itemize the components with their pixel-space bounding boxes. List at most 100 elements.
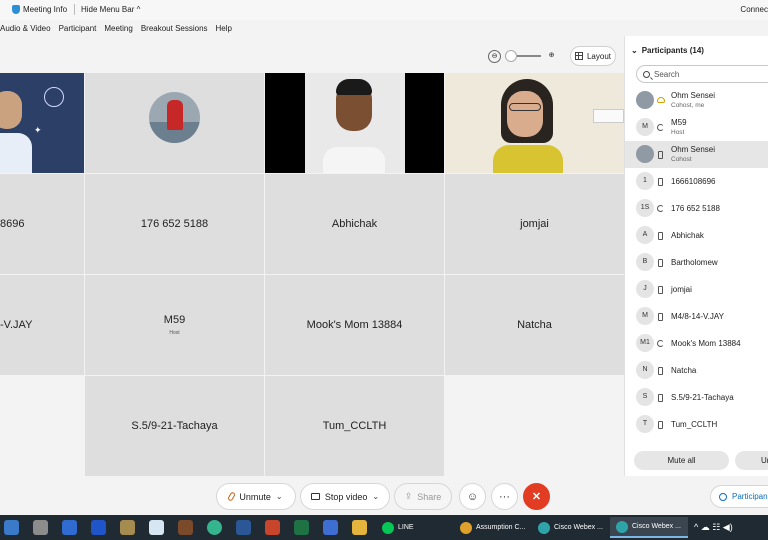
app-icon[interactable]: [91, 520, 106, 535]
taskbar-app-webex[interactable]: Cisco Webex ...: [532, 517, 608, 538]
participant-tile[interactable]: 176 652 5188: [85, 174, 264, 274]
chevron-down-icon[interactable]: ⌄: [372, 492, 379, 501]
menu-help[interactable]: Help: [216, 20, 232, 36]
video-feed-jomjai[interactable]: [445, 73, 624, 173]
person-icon: [719, 492, 727, 501]
list-item[interactable]: N Natcha: [625, 357, 768, 384]
participant-name: 1666108696: [671, 177, 716, 186]
zoom-control[interactable]: ⊖ ⊕: [488, 48, 562, 64]
participant-list: Ohm Sensei Cohost, me M M59 Host Ohm Sen…: [625, 87, 768, 438]
unmute-all-button[interactable]: Ur: [735, 451, 768, 470]
menu-audio-video[interactable]: Audio & Video: [0, 20, 51, 36]
avatar: A: [636, 226, 654, 244]
chevron-down-icon[interactable]: ⌄: [631, 46, 638, 55]
participants-button[interactable]: Participan: [710, 485, 768, 508]
menu-meeting[interactable]: Meeting: [104, 20, 132, 36]
avatar: 1S: [636, 199, 654, 217]
powerpoint-icon[interactable]: [265, 520, 280, 535]
list-item[interactable]: J jomjai: [625, 276, 768, 303]
search-input[interactable]: Search: [636, 65, 768, 83]
participant-tile[interactable]: M59 Host: [85, 275, 264, 375]
tile-name: Tum_CCLTH: [322, 420, 387, 432]
list-item[interactable]: 1 1666108696: [625, 168, 768, 195]
list-item[interactable]: A Abhichak: [625, 222, 768, 249]
shield-icon: [12, 5, 20, 14]
video-feed-avatar[interactable]: [85, 73, 264, 173]
tile-role: Host: [169, 330, 180, 336]
reactions-icon[interactable]: ☺: [459, 483, 486, 510]
sync-icon: [657, 124, 664, 131]
participant-tile[interactable]: jomjai: [445, 174, 624, 274]
participant-tile[interactable]: Abhichak: [265, 174, 444, 274]
share-button[interactable]: ⇪ Share: [394, 483, 452, 510]
zoom-slider-handle[interactable]: [505, 50, 517, 62]
participant-tile[interactable]: S.5/9-21-Tachaya: [85, 376, 264, 476]
line-icon: [382, 521, 394, 534]
more-options-icon[interactable]: ···: [491, 483, 518, 510]
avatar: S: [636, 388, 654, 406]
participants-title: Participants (14): [641, 46, 704, 55]
participants-panel: ⌄ Participants (14) Search Ohm Sensei Co…: [624, 36, 768, 476]
excel-icon[interactable]: [294, 520, 309, 535]
video-feed-abhichak[interactable]: [265, 73, 444, 173]
list-item[interactable]: 1S 176 652 5188: [625, 195, 768, 222]
menu-breakout-sessions[interactable]: Breakout Sessions: [141, 20, 208, 36]
participant-tile[interactable]: 8696: [0, 174, 84, 274]
participant-tile[interactable]: Tum_CCLTH: [265, 376, 444, 476]
list-item[interactable]: S S.5/9-21-Tachaya: [625, 384, 768, 411]
video-feed-self[interactable]: ✦: [0, 73, 84, 173]
taskbar-app-line[interactable]: LINE: [376, 517, 452, 538]
app-icon[interactable]: [120, 520, 135, 535]
participant-name: Bartholomew: [671, 258, 718, 267]
taskbar-app-webex[interactable]: Cisco Webex ...: [610, 517, 688, 538]
app-icon[interactable]: [207, 520, 222, 535]
hide-menu-bar-button[interactable]: Hide Menu Bar ^: [81, 5, 140, 14]
phone-icon: [658, 178, 663, 186]
meeting-info-label: Meeting Info: [23, 5, 68, 14]
tile-name: 8696: [0, 218, 25, 230]
list-item[interactable]: M1 Mook's Mom 13884: [625, 330, 768, 357]
tile-name: jomjai: [520, 218, 549, 230]
layout-button[interactable]: Layout: [570, 46, 616, 66]
end-call-button[interactable]: ✕: [523, 483, 550, 510]
participant-name: S.5/9-21-Tachaya: [671, 393, 734, 402]
participant-tile[interactable]: Natcha: [445, 275, 624, 375]
word-icon[interactable]: [236, 520, 251, 535]
folder-icon[interactable]: [352, 520, 367, 535]
list-item[interactable]: Ohm Sensei Cohost: [625, 141, 768, 168]
taskbar-app-chrome[interactable]: Assumption C...: [454, 517, 530, 538]
participant-face: [0, 91, 22, 129]
participant-tile[interactable]: -V.JAY: [0, 275, 84, 375]
list-item[interactable]: M M4/8-14-V.JAY: [625, 303, 768, 330]
participants-header[interactable]: ⌄ Participants (14): [631, 46, 704, 55]
participant-name: Abhichak: [671, 231, 704, 240]
chevron-down-icon[interactable]: ⌄: [276, 492, 283, 501]
participant-tile[interactable]: Mook's Mom 13884: [265, 275, 444, 375]
participant-role: Cohost: [671, 156, 692, 163]
app-icon[interactable]: [323, 520, 338, 535]
avatar: [636, 91, 654, 109]
app-icon[interactable]: [62, 520, 77, 535]
list-item[interactable]: B Bartholomew: [625, 249, 768, 276]
tile-name: Natcha: [517, 319, 552, 331]
start-icon[interactable]: [4, 520, 19, 535]
avatar: B: [636, 253, 654, 271]
list-item[interactable]: T Tum_CCLTH: [625, 411, 768, 438]
avatar: M: [636, 118, 654, 136]
zoom-out-icon[interactable]: ⊖: [488, 49, 501, 63]
zoom-in-icon[interactable]: ⊕: [545, 50, 558, 63]
mute-all-button[interactable]: Mute all: [634, 451, 729, 470]
zoom-slider[interactable]: [505, 50, 541, 62]
app-icon[interactable]: [178, 520, 193, 535]
meeting-info-button[interactable]: Meeting Info: [12, 5, 67, 14]
menu-participant[interactable]: Participant: [59, 20, 97, 36]
system-tray[interactable]: ^ ☁ ☷ ◀): [694, 522, 733, 533]
unmute-button[interactable]: Unmute ⌄: [216, 483, 296, 510]
game-controller-icon[interactable]: [33, 520, 48, 535]
app-icon[interactable]: [149, 520, 164, 535]
list-item[interactable]: Ohm Sensei Cohost, me: [625, 87, 768, 114]
phone-icon: [658, 313, 663, 321]
list-item[interactable]: M M59 Host: [625, 114, 768, 141]
unmute-label: Unmute: [239, 491, 271, 502]
stop-video-button[interactable]: Stop video ⌄: [300, 483, 390, 510]
